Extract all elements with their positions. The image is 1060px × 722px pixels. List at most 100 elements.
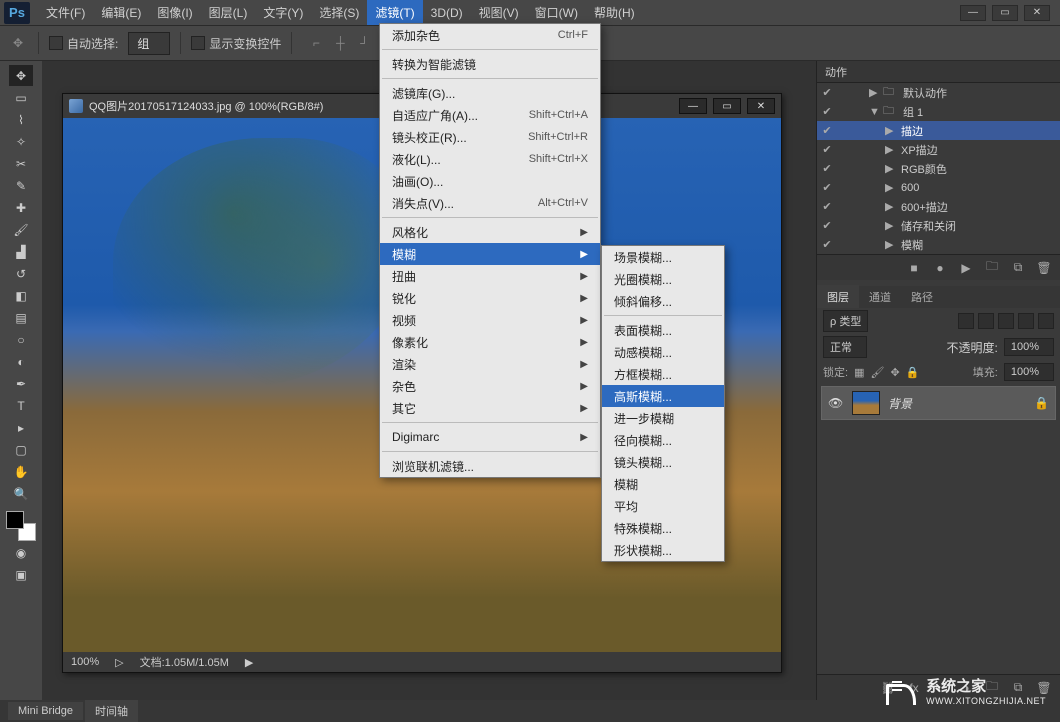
filter-type-icon[interactable]: [998, 313, 1014, 329]
blur-submenu-item[interactable]: 表面模糊...: [602, 319, 724, 341]
layers-filter-select[interactable]: ρ 类型: [823, 310, 868, 332]
blend-mode-select[interactable]: 正常: [823, 336, 867, 358]
adjustment-layer-button[interactable]: ◑: [958, 680, 974, 696]
layer-row-background[interactable]: 👁 背景 🔒: [821, 386, 1056, 420]
crop-tool[interactable]: ✂: [9, 153, 33, 174]
expand-triangle-icon[interactable]: ▶: [885, 219, 895, 232]
status-icon[interactable]: ▷: [115, 656, 123, 669]
clone-stamp-tool[interactable]: ▟: [9, 241, 33, 262]
link-layers-button[interactable]: ⛓: [880, 680, 896, 696]
opacity-value[interactable]: 100%: [1004, 338, 1054, 356]
action-enabled-check[interactable]: ✔: [821, 181, 833, 194]
quick-mask-mode-button[interactable]: ◉: [9, 542, 33, 563]
history-brush-tool[interactable]: ↺: [9, 263, 33, 284]
blur-submenu-item[interactable]: 镜头模糊...: [602, 451, 724, 473]
layer-style-button[interactable]: fx: [906, 680, 922, 696]
filter-menu-item-recent[interactable]: 添加杂色 Ctrl+F: [380, 24, 600, 46]
record-action-button[interactable]: ●: [932, 260, 948, 276]
blur-submenu-item[interactable]: 高斯模糊...: [602, 385, 724, 407]
blur-submenu-item[interactable]: 进一步模糊: [602, 407, 724, 429]
delete-layer-button[interactable]: 🗑: [1036, 680, 1052, 696]
path-selection-tool[interactable]: ▸: [9, 417, 33, 438]
filter-menu-item[interactable]: 其它▶: [380, 397, 600, 419]
file-size-info[interactable]: 文档:1.05M/1.05M: [140, 654, 229, 670]
action-row[interactable]: ✔▶🗀默认动作: [817, 83, 1060, 102]
action-enabled-check[interactable]: ✔: [821, 105, 833, 118]
action-enabled-check[interactable]: ✔: [821, 143, 833, 156]
lock-all-icon[interactable]: 🔒: [906, 366, 920, 379]
lock-position-icon[interactable]: ✥: [890, 366, 899, 379]
align-top-icon[interactable]: ⌐: [306, 33, 326, 53]
filter-shape-icon[interactable]: [1018, 313, 1034, 329]
blur-submenu-item[interactable]: 径向模糊...: [602, 429, 724, 451]
action-row[interactable]: ✔▶描边: [817, 121, 1060, 140]
healing-brush-tool[interactable]: ✚: [9, 197, 33, 218]
status-arrow-icon[interactable]: ▶: [245, 656, 253, 669]
new-set-button[interactable]: 🗀: [984, 260, 1000, 276]
blur-submenu-item[interactable]: 场景模糊...: [602, 246, 724, 268]
menu-text[interactable]: 文字(Y): [255, 0, 311, 25]
action-enabled-check[interactable]: ✔: [821, 124, 833, 137]
menu-view[interactable]: 视图(V): [471, 0, 527, 25]
align-vcenter-icon[interactable]: ┼: [330, 33, 350, 53]
layer-mask-button[interactable]: ◐: [932, 680, 948, 696]
action-row[interactable]: ✔▶600+描边: [817, 197, 1060, 216]
action-enabled-check[interactable]: ✔: [821, 86, 833, 99]
filter-menu-item[interactable]: 杂色▶: [380, 375, 600, 397]
fill-value[interactable]: 100%: [1004, 363, 1054, 381]
lock-transparency-icon[interactable]: ▦: [854, 366, 864, 379]
action-row[interactable]: ✔▶储存和关闭: [817, 216, 1060, 235]
zoom-level[interactable]: 100%: [71, 656, 99, 668]
blur-submenu-item[interactable]: 形状模糊...: [602, 539, 724, 561]
action-enabled-check[interactable]: ✔: [821, 162, 833, 175]
layer-visibility-icon[interactable]: 👁: [828, 396, 844, 410]
menu-filter[interactable]: 滤镜(T): [367, 0, 422, 25]
new-action-button[interactable]: ⧉: [1010, 260, 1026, 276]
filter-menu-item[interactable]: 油画(O)...: [380, 170, 600, 192]
filter-menu-item-convert-smart[interactable]: 转换为智能滤镜: [380, 53, 600, 75]
dodge-tool[interactable]: ◐: [9, 351, 33, 372]
action-row[interactable]: ✔▶600: [817, 178, 1060, 197]
filter-menu-item[interactable]: 风格化▶: [380, 221, 600, 243]
menu-image[interactable]: 图像(I): [149, 0, 200, 25]
layers-tab[interactable]: 图层: [817, 285, 859, 309]
filter-smart-icon[interactable]: [1038, 313, 1054, 329]
expand-triangle-icon[interactable]: ▶: [885, 124, 895, 137]
blur-submenu-item[interactable]: 动感模糊...: [602, 341, 724, 363]
expand-triangle-icon[interactable]: ▶: [885, 200, 895, 213]
lock-image-icon[interactable]: 🖌: [870, 366, 884, 379]
filter-menu-item[interactable]: 消失点(V)...Alt+Ctrl+V: [380, 192, 600, 214]
eyedropper-tool[interactable]: ✎: [9, 175, 33, 196]
blur-submenu-item[interactable]: 平均: [602, 495, 724, 517]
type-tool[interactable]: T: [9, 395, 33, 416]
paths-tab[interactable]: 路径: [901, 285, 943, 309]
action-row[interactable]: ✔▼🗀组 1: [817, 102, 1060, 121]
show-transform-checkbox[interactable]: [191, 36, 205, 50]
expand-triangle-icon[interactable]: ▼: [869, 106, 879, 118]
filter-menu-item[interactable]: 自适应广角(A)...Shift+Ctrl+A: [380, 104, 600, 126]
menu-select[interactable]: 选择(S): [311, 0, 367, 25]
screen-mode-button[interactable]: ▣: [9, 564, 33, 585]
delete-action-button[interactable]: 🗑: [1036, 260, 1052, 276]
magic-wand-tool[interactable]: ✧: [9, 131, 33, 152]
filter-menu-item-browse-online[interactable]: 浏览联机滤镜...: [380, 455, 600, 477]
filter-menu-item[interactable]: 渲染▶: [380, 353, 600, 375]
filter-menu-item[interactable]: 滤镜库(G)...: [380, 82, 600, 104]
blur-submenu-item[interactable]: 模糊: [602, 473, 724, 495]
eraser-tool[interactable]: ◧: [9, 285, 33, 306]
action-row[interactable]: ✔▶模糊: [817, 235, 1060, 254]
filter-menu-item[interactable]: 锐化▶: [380, 287, 600, 309]
channels-tab[interactable]: 通道: [859, 285, 901, 309]
layer-group-button[interactable]: 🗀: [984, 680, 1000, 696]
menu-window[interactable]: 窗口(W): [527, 0, 586, 25]
window-restore-button[interactable]: ▭: [992, 5, 1018, 21]
foreground-background-colors[interactable]: [6, 511, 36, 541]
action-enabled-check[interactable]: ✔: [821, 219, 833, 232]
filter-menu-item[interactable]: 扭曲▶: [380, 265, 600, 287]
tab-mini-bridge[interactable]: Mini Bridge: [8, 702, 83, 720]
expand-triangle-icon[interactable]: ▶: [885, 162, 895, 175]
doc-minimize-button[interactable]: —: [679, 98, 707, 114]
expand-triangle-icon[interactable]: ▶: [885, 143, 895, 156]
auto-select-checkbox[interactable]: [49, 36, 63, 50]
brush-tool[interactable]: 🖌: [9, 219, 33, 240]
